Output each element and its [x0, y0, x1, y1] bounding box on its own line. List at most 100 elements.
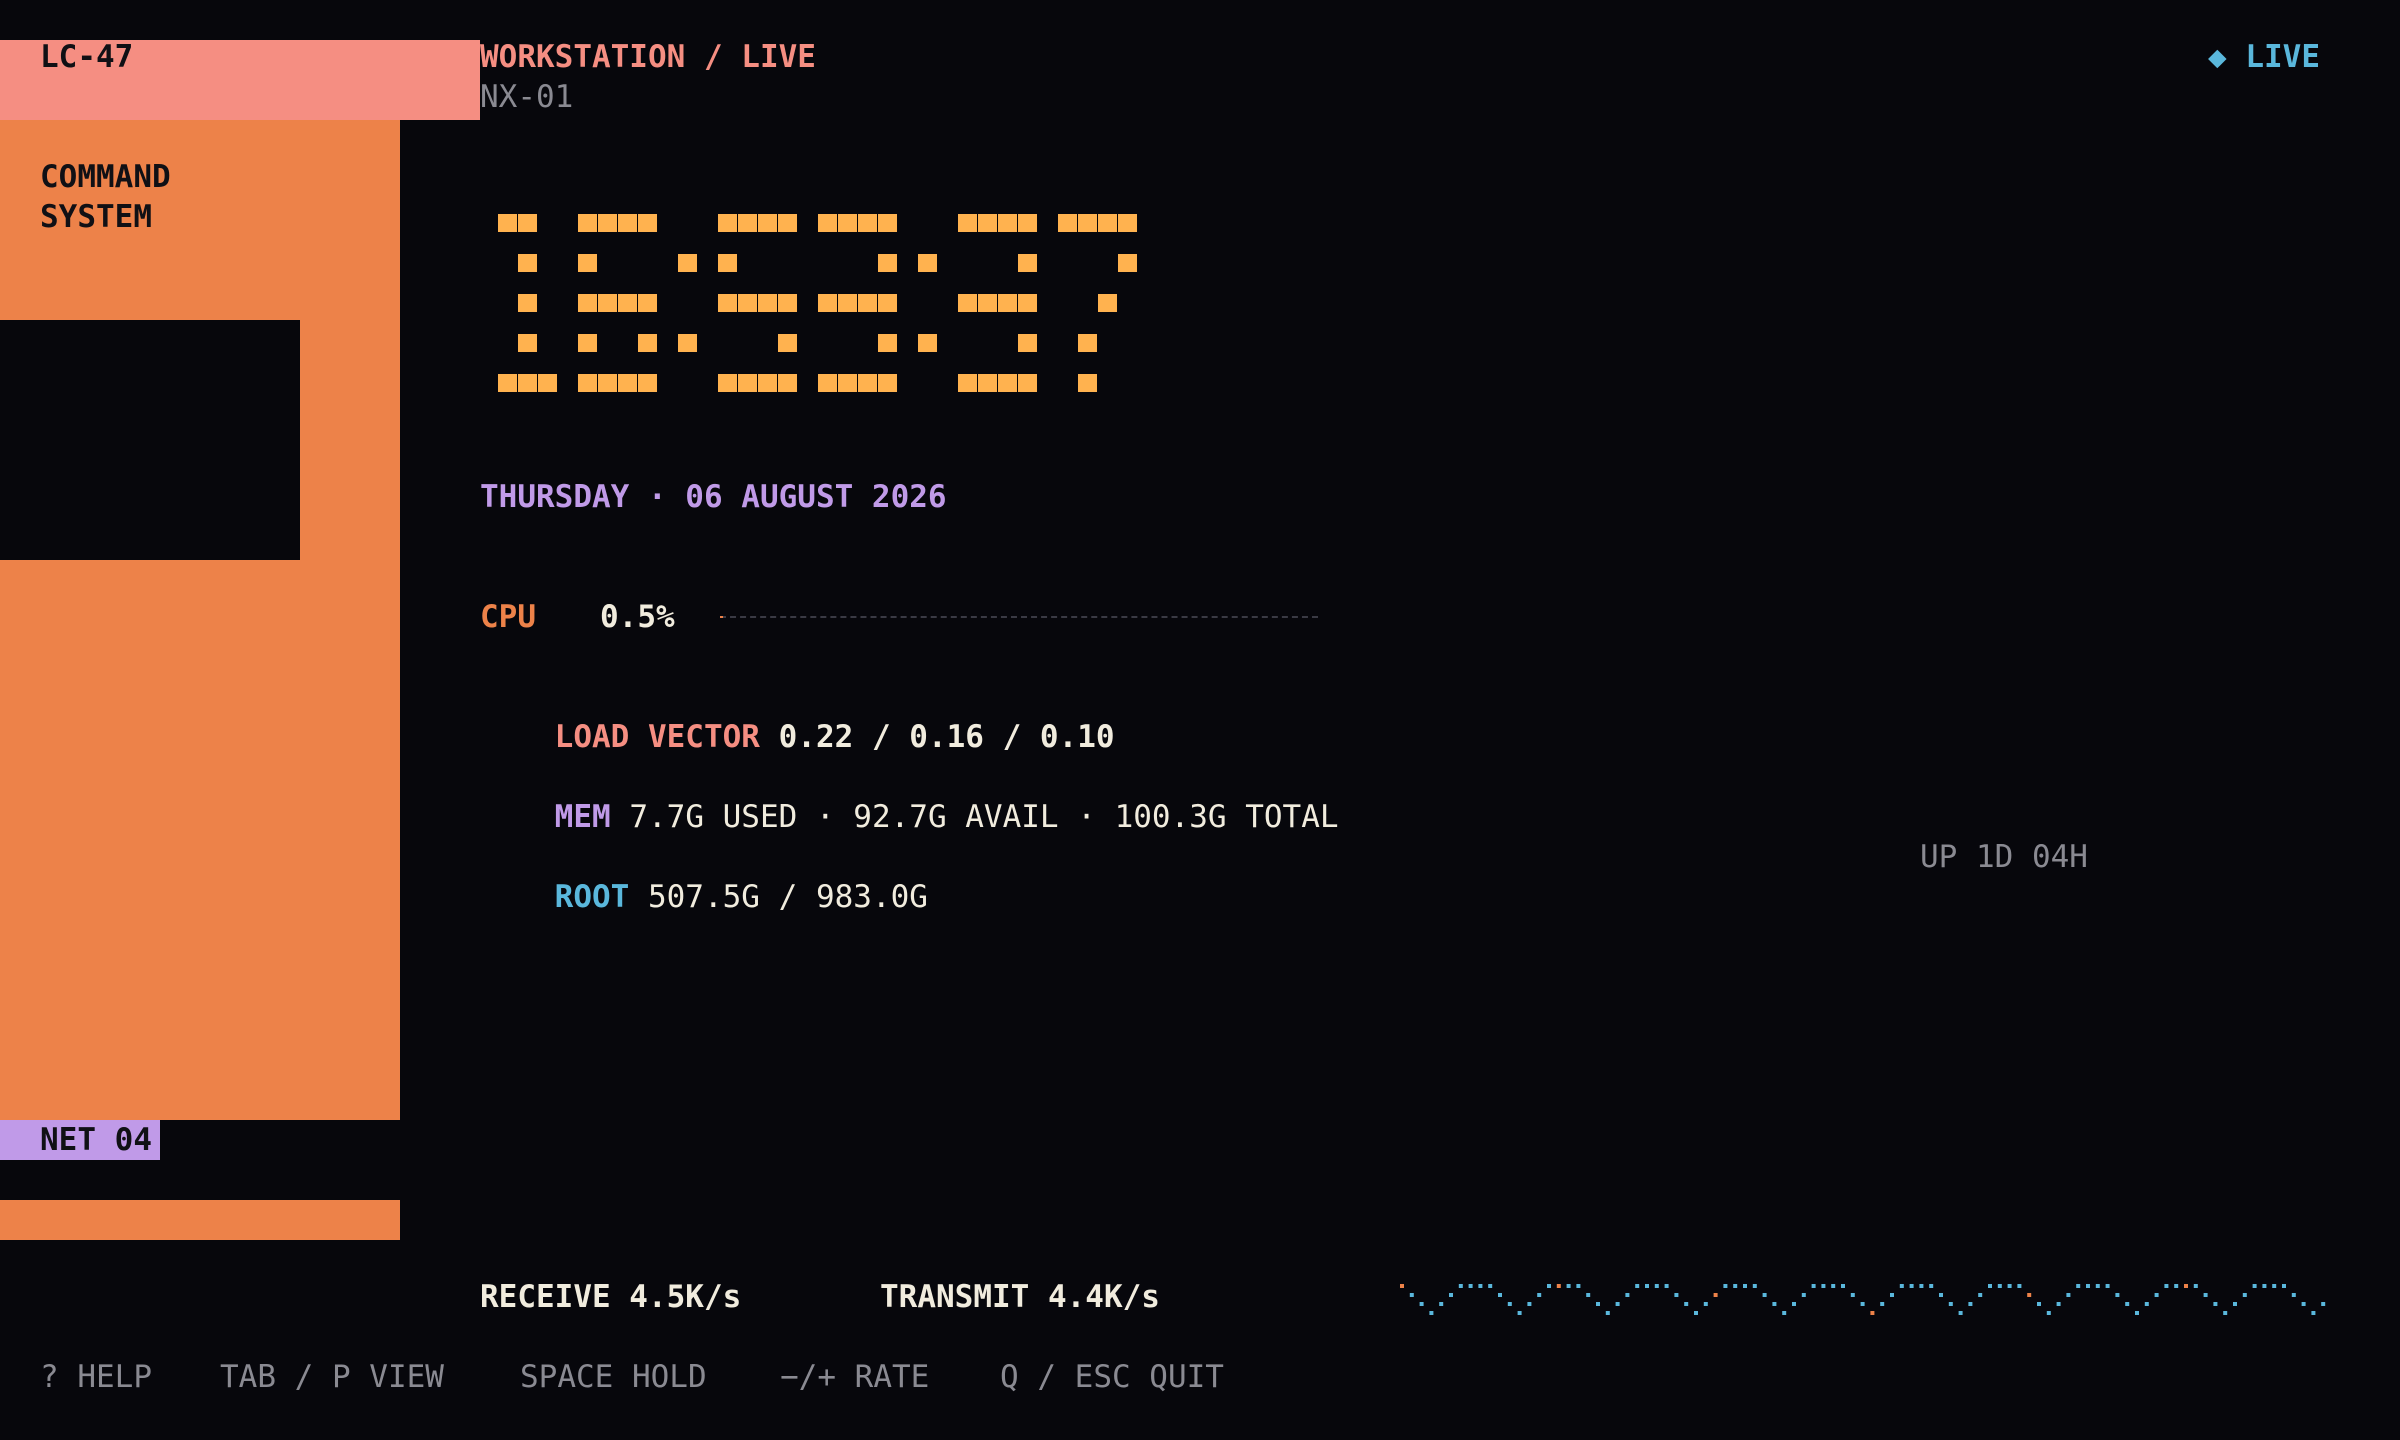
sparkline-point: [2184, 1284, 2188, 1288]
sidebar-net-label: NET 04: [40, 1122, 152, 1158]
sparkline-point: [2125, 1302, 2130, 1306]
clock-pixel: [638, 374, 657, 392]
sparkline-point: [1449, 1293, 1453, 1297]
sparkline-point: [1929, 1284, 1934, 1288]
clock-colon: [918, 254, 937, 352]
sparkline-point: [1566, 1284, 1571, 1288]
sparkline-point: [1870, 1311, 1875, 1315]
date-display: THURSDAY · 06 AUGUST 2026: [480, 479, 947, 515]
clock-digit-seven: [1058, 214, 1137, 392]
root-value: 507.5G / 983.0G: [647, 879, 928, 915]
sparkline-point: [1762, 1293, 1767, 1297]
clock-pixel: [838, 374, 857, 392]
host-subtitle: NX-01: [480, 79, 574, 115]
clock-pixel: [638, 294, 657, 312]
sparkline-point: [1547, 1284, 1551, 1288]
clock-pixel: [578, 334, 597, 352]
clock-pixel: [758, 214, 777, 232]
sparkline-point: [1792, 1302, 1796, 1306]
sparkline-point: [1909, 1284, 1914, 1288]
sparkline-point: [1890, 1293, 1894, 1297]
sparkline-point: [2164, 1284, 2169, 1288]
sparkline-point: [1674, 1293, 1679, 1297]
sparkline-point: [1419, 1302, 1424, 1306]
clock-digit-three: [958, 214, 1037, 392]
sparkline-point: [2056, 1302, 2061, 1306]
sparkline-point: [2144, 1302, 2149, 1306]
sparkline-point: [1664, 1284, 1669, 1288]
sparkline-point: [1948, 1302, 1953, 1306]
sparkline-point: [2242, 1293, 2247, 1297]
sparkline-point: [2301, 1302, 2306, 1306]
clock-pixel: [1078, 214, 1097, 232]
cpu-value: 0.5%: [600, 599, 675, 635]
clock-pixel: [1018, 334, 1037, 352]
clock-pixel: [838, 294, 857, 312]
clock-pixel: [638, 334, 657, 352]
clock-pixel: [978, 294, 997, 312]
sparkline-point: [1801, 1293, 1806, 1297]
sparkline-point: [1537, 1293, 1542, 1297]
sidebar-top-label: LC-47: [40, 39, 134, 75]
sidebar-cutout: [0, 320, 300, 560]
sparkline-point: [2233, 1302, 2237, 1306]
clock-pixel: [878, 334, 897, 352]
clock-pixel: [858, 214, 877, 232]
sparkline-point: [1880, 1302, 1885, 1306]
clock-pixel: [778, 294, 797, 312]
mem-label: MEM: [554, 799, 611, 835]
clock-pixel: [1078, 374, 1097, 392]
clock-display: [498, 214, 1137, 392]
sparkline-point: [1498, 1293, 1502, 1297]
hold-hint[interactable]: SPACE HOLD: [520, 1357, 707, 1397]
quit-hint[interactable]: Q / ESC QUIT: [1000, 1357, 1224, 1397]
live-indicator: ◆ LIVE: [2208, 39, 2320, 75]
sparkline-point: [1939, 1293, 1943, 1297]
sparkline-point: [1723, 1284, 1728, 1288]
sparkline-point: [1684, 1302, 1689, 1306]
clock-pixel: [878, 254, 897, 272]
cpu-bar: [720, 616, 1318, 618]
clock-pixel: [578, 254, 597, 272]
sidebar-bottom-block: [0, 1200, 400, 1240]
sparkline-point: [1733, 1284, 1738, 1288]
load-value: 0.22 / 0.16 / 0.10: [778, 719, 1115, 755]
sparkline-point: [1841, 1284, 1845, 1288]
window-title: WORKSTATION / LIVE: [480, 39, 816, 75]
sparkline-point: [1439, 1302, 1444, 1306]
clock-pixel: [518, 294, 537, 312]
clock-pixel: [778, 214, 797, 232]
sparkline-point: [2076, 1284, 2081, 1288]
clock-pixel: [878, 214, 897, 232]
sparkline-point: [1625, 1293, 1630, 1297]
clock-pixel: [578, 214, 597, 232]
clock-pixel: [738, 374, 757, 392]
clock-colon: [678, 254, 697, 352]
clock-pixel: [818, 374, 837, 392]
sparkline-point: [1821, 1284, 1826, 1288]
clock-pixel: [978, 214, 997, 232]
clock-pixel: [598, 214, 617, 232]
sparkline-point: [1782, 1311, 1787, 1315]
clock-pixel: [1058, 214, 1077, 232]
clock-pixel: [618, 214, 637, 232]
help-hint[interactable]: ? HELP: [40, 1357, 152, 1397]
sparkline-point: [2262, 1284, 2267, 1288]
sparkline-point: [2252, 1284, 2257, 1288]
sparkline-point: [2282, 1284, 2286, 1288]
sparkline-point: [1527, 1302, 1532, 1306]
sparkline-point: [1752, 1284, 1757, 1288]
sparkline-point: [1899, 1284, 1904, 1288]
clock-pixel: [1018, 214, 1037, 232]
sparkline-point: [1713, 1293, 1718, 1297]
clock-pixel: [1098, 294, 1117, 312]
view-hint[interactable]: TAB / P VIEW: [220, 1357, 444, 1397]
sparkline-point: [2095, 1284, 2100, 1288]
sparkline-point: [1507, 1302, 1512, 1306]
sparkline-point: [2037, 1302, 2041, 1306]
clock-pixel: [818, 294, 837, 312]
rate-hint[interactable]: −/+ RATE: [780, 1357, 929, 1397]
sparkline-point: [2272, 1284, 2277, 1288]
clock-pixel: [918, 334, 937, 352]
sparkline-point: [1488, 1284, 1493, 1288]
